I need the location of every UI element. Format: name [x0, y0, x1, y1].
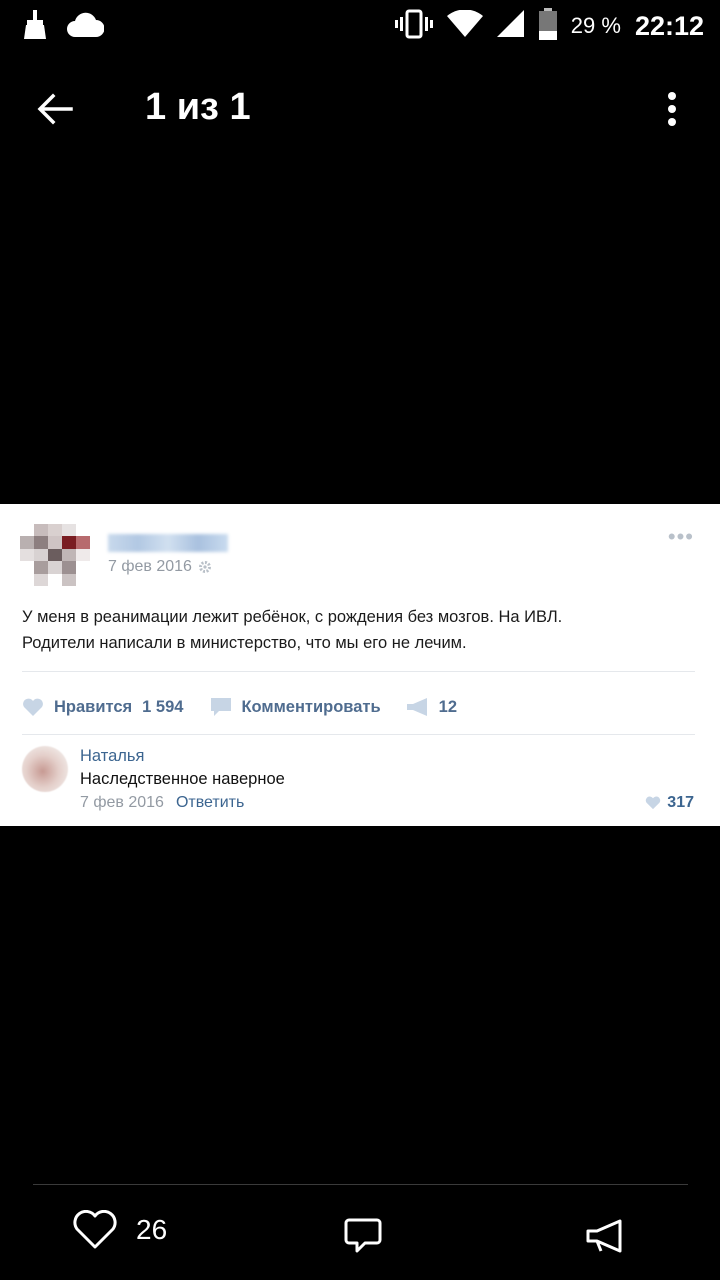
post-like: Нравится 1 594	[22, 698, 183, 717]
like-label: Нравится	[54, 697, 133, 716]
clock: 22:12	[634, 10, 704, 41]
broom-icon	[22, 10, 48, 45]
share-icon	[586, 1219, 622, 1253]
toolbar: 1 из 1	[0, 60, 720, 156]
blurred-author-name	[108, 534, 228, 552]
post-text-line: У меня в реанимации лежит ребёнок, с рож…	[22, 608, 563, 626]
photo-viewer-image[interactable]: 7 фев 2016 ••• У меня в реанимации лежит…	[0, 504, 720, 826]
comment-date: 7 фев 2016	[80, 794, 164, 811]
vibrate-icon	[394, 9, 433, 44]
more-options-button[interactable]	[652, 84, 692, 134]
wifi-icon	[446, 8, 483, 43]
heart-icon	[23, 698, 43, 716]
battery-percent: 29 %	[570, 13, 621, 38]
post-comment: Комментировать	[211, 697, 381, 717]
post-text: У меня в реанимации лежит ребёнок, с рож…	[22, 604, 702, 656]
status-bar: 29 % 22:12	[0, 0, 720, 50]
back-arrow-icon	[37, 93, 73, 125]
like-count: 1 594	[142, 697, 184, 716]
megaphone-icon	[406, 698, 427, 716]
page-title: 1 из 1	[145, 86, 251, 128]
post-date: 7 фев 2016	[108, 558, 212, 576]
comment-like-count: 317	[667, 794, 694, 811]
more-vert-icon	[668, 92, 676, 126]
comment-likes: 317	[645, 794, 694, 812]
comment-meta: 7 фев 2016 Ответить	[80, 794, 244, 812]
post-avatar	[20, 524, 90, 586]
like-count: 26	[136, 1214, 168, 1245]
signal-icon	[496, 9, 525, 43]
heart-icon	[73, 1210, 117, 1249]
post-date-text: 7 фев 2016	[108, 558, 192, 575]
divider	[22, 734, 695, 735]
comment-author: Наталья	[80, 747, 145, 765]
post-actions: Нравится 1 594 Комментировать 12	[22, 694, 457, 720]
bottom-action-bar: 26	[0, 1200, 720, 1270]
post-menu-icon: •••	[667, 524, 694, 549]
comment-label: Комментировать	[241, 697, 381, 716]
comment-text: Наследственное наверное	[80, 770, 285, 788]
share-count: 12	[438, 697, 457, 716]
divider	[22, 671, 695, 672]
heart-icon	[646, 796, 661, 810]
share-button[interactable]	[584, 1216, 626, 1261]
comment-reply: Ответить	[175, 794, 245, 811]
battery-icon	[538, 7, 557, 45]
gear-icon	[198, 561, 211, 573]
comment-button[interactable]	[343, 1216, 383, 1261]
bottom-divider	[33, 1184, 688, 1185]
comment-icon	[344, 1218, 382, 1253]
cloud-icon	[66, 12, 105, 43]
comment-icon	[211, 697, 232, 716]
back-button[interactable]	[30, 84, 80, 134]
post-text-line: Родители написали в министерство, что мы…	[22, 634, 467, 652]
like-button[interactable]: 26	[72, 1210, 167, 1250]
post-share: 12	[406, 697, 457, 717]
comment-avatar	[22, 746, 68, 792]
